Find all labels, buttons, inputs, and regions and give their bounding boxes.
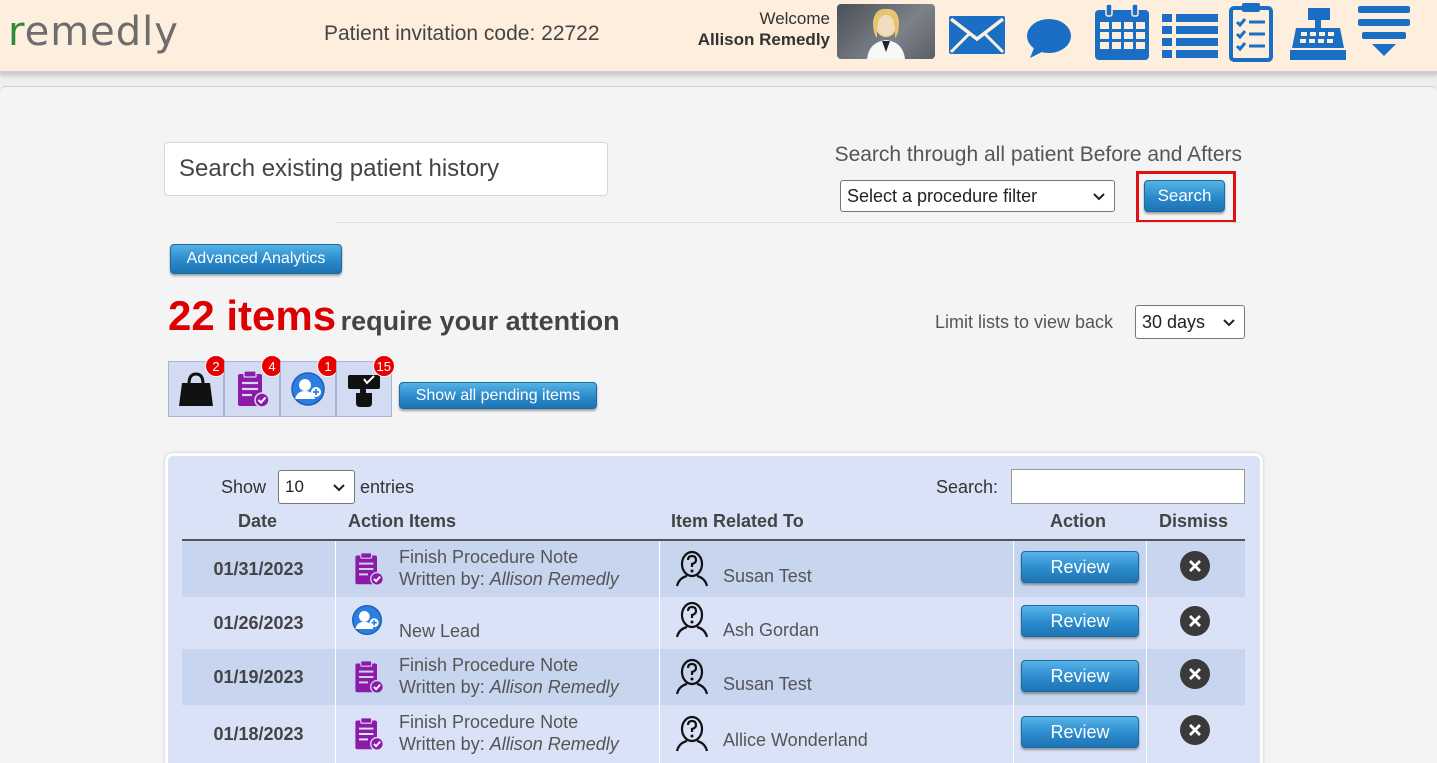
action-item-title: Finish Procedure Note <box>399 655 579 675</box>
unknown-person-icon <box>675 649 711 705</box>
list-icon[interactable] <box>1162 12 1218 65</box>
row-date: 01/26/2023 <box>213 612 304 633</box>
category-tile-bag[interactable]: 2 <box>168 355 227 417</box>
action-item-text: Finish Procedure Note Written by: Alliso… <box>399 654 659 705</box>
writer-name: Allison Remedly <box>489 677 619 697</box>
search-divider <box>335 222 1241 223</box>
new-lead-icon <box>291 372 325 406</box>
menu-icon[interactable] <box>1356 4 1412 65</box>
user-name: Allison Remedly <box>697 30 830 49</box>
patient-history-search-input[interactable] <box>164 142 608 196</box>
row-date: 01/18/2023 <box>213 723 304 744</box>
dismiss-icon[interactable] <box>1179 658 1211 690</box>
column-header-action-items[interactable]: Action Items <box>348 511 456 532</box>
show-all-pending-button[interactable]: Show all pending items <box>399 382 597 409</box>
column-header-date[interactable]: Date <box>238 511 277 532</box>
related-name[interactable]: Ash Gordan <box>723 620 819 649</box>
related-name[interactable]: Susan Test <box>723 566 812 597</box>
row-date: 01/31/2023 <box>213 558 304 579</box>
dismiss-icon[interactable] <box>1179 550 1211 582</box>
clipboard-check-icon <box>350 705 386 763</box>
attention-text: require your attention <box>340 306 620 336</box>
category-tile-sign[interactable]: 15 <box>336 355 395 417</box>
table-row: 01/18/2023 Finish Procedure Note Written… <box>182 705 1245 763</box>
limit-days-value: 30 days <box>1142 311 1206 332</box>
calendar-icon[interactable] <box>1092 2 1152 67</box>
entries-label: entries <box>360 477 415 497</box>
before-after-search-title: Search through all patient Before and Af… <box>834 143 1242 166</box>
written-by-label: Written by: <box>399 677 490 697</box>
review-button[interactable]: Review <box>1021 716 1139 748</box>
action-item-text: New Lead <box>399 620 659 649</box>
limit-days-select[interactable]: 30 days <box>1135 305 1245 339</box>
remedly-logo[interactable]: remedly <box>8 8 179 56</box>
written-by-label: Written by: <box>399 734 490 754</box>
action-item-text: Finish Procedure Note Written by: Alliso… <box>399 546 659 597</box>
related-name[interactable]: Susan Test <box>723 674 812 705</box>
attention-count: 22 items <box>168 292 337 339</box>
review-button[interactable]: Review <box>1021 551 1139 583</box>
welcome-label: Welcome <box>759 9 830 28</box>
column-header-action[interactable]: Action <box>1050 511 1106 532</box>
column-header-related[interactable]: Item Related To <box>671 511 804 532</box>
checklist-icon[interactable] <box>1228 2 1274 67</box>
show-label: Show <box>221 477 267 497</box>
mail-icon[interactable] <box>947 12 1007 63</box>
category-badge: 15 <box>372 355 395 377</box>
new-lead-icon <box>350 597 386 649</box>
writer-name: Allison Remedly <box>489 569 619 589</box>
patient-invitation-code: Patient invitation code: 22722 <box>324 22 600 45</box>
entries-count-value: 10 <box>285 477 304 496</box>
avatar[interactable] <box>837 4 935 59</box>
writer-name: Allison Remedly <box>489 734 619 754</box>
limit-view-label: Limit lists to view back <box>935 312 1114 332</box>
advanced-analytics-button[interactable]: Advanced Analytics <box>170 244 342 274</box>
table-row: 01/19/2023 Finish Procedure Note Written… <box>182 649 1245 705</box>
action-item-text: Finish Procedure Note Written by: Alliso… <box>399 711 659 763</box>
welcome-block: Welcome Allison Remedly <box>698 8 830 50</box>
table-search-input[interactable] <box>1011 469 1245 504</box>
category-tile-clipboard[interactable]: 4 <box>224 355 283 417</box>
table-row: 01/31/2023 Finish Procedure Note Written… <box>182 541 1245 597</box>
procedure-filter-select[interactable]: Select a procedure filter <box>840 180 1115 212</box>
review-button[interactable]: Review <box>1021 605 1139 637</box>
action-item-title: New Lead <box>399 621 481 641</box>
entries-count-select[interactable]: 10 <box>278 470 355 504</box>
chevron-down-icon <box>333 484 345 492</box>
unknown-person-icon <box>675 597 711 649</box>
register-icon[interactable] <box>1288 6 1348 67</box>
clipboard-check-icon <box>350 541 386 597</box>
table-search-label: Search: <box>936 477 999 497</box>
chevron-down-icon <box>1223 319 1235 327</box>
dismiss-icon[interactable] <box>1179 605 1211 637</box>
related-name[interactable]: Allice Wonderland <box>723 730 868 763</box>
before-after-search-button[interactable]: Search <box>1144 180 1225 212</box>
clipboard-check-icon <box>350 649 386 705</box>
action-item-title: Finish Procedure Note <box>399 547 579 567</box>
review-button[interactable]: Review <box>1021 660 1139 692</box>
attention-summary: 22 items require your attention <box>168 292 620 340</box>
dismiss-icon[interactable] <box>1179 714 1211 746</box>
category-tile-lead[interactable]: 1 <box>280 355 339 417</box>
column-header-dismiss[interactable]: Dismiss <box>1159 511 1228 532</box>
action-item-title: Finish Procedure Note <box>399 712 579 732</box>
unknown-person-icon <box>675 705 711 763</box>
table-row: 01/26/2023 New Lead Ash Gordan Review <box>182 597 1245 649</box>
chevron-down-icon <box>1093 193 1105 201</box>
chat-icon[interactable] <box>1024 16 1074 65</box>
row-date: 01/19/2023 <box>213 666 304 687</box>
written-by-label: Written by: <box>399 569 490 589</box>
procedure-filter-value: Select a procedure filter <box>847 185 1038 206</box>
shopping-bag-icon <box>179 372 213 406</box>
unknown-person-icon <box>675 541 711 597</box>
top-header: remedly Patient invitation code: 22722 W… <box>0 0 1437 74</box>
